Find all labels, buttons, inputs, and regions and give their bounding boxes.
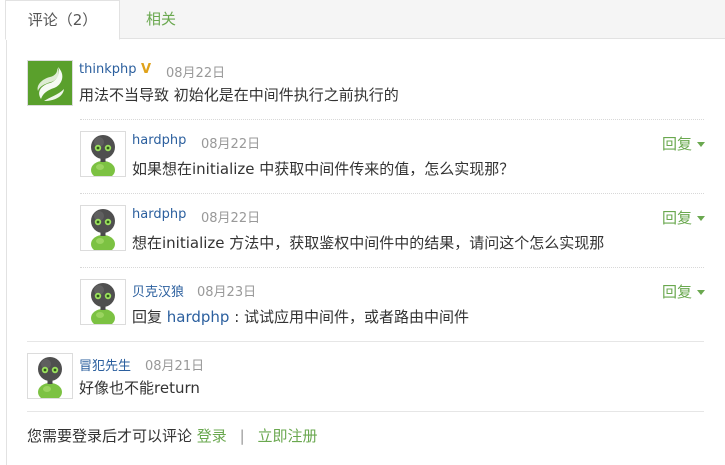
reply-text: 如果想在initialize 中获取中间件传来的值，怎么实现那？ <box>132 160 515 178</box>
tab-related[interactable]: 相关 <box>128 0 194 39</box>
comment-tabs: 评论（2） 相关 <box>5 0 725 40</box>
reply-body: : 试试应用中间件，或者路由中间件 <box>229 308 470 326</box>
avatar[interactable] <box>27 60 73 106</box>
divider <box>80 267 704 268</box>
avatar[interactable] <box>80 131 126 177</box>
green-robot-avatar-icon <box>81 280 125 324</box>
footer-separator: | <box>239 427 245 445</box>
reply-date: 08月22日 <box>201 137 261 152</box>
reply-prefix: 回复 <box>132 308 167 326</box>
divider <box>80 119 704 120</box>
reply-date: 08月23日 <box>197 285 257 300</box>
avatar[interactable] <box>80 205 126 251</box>
avatar[interactable] <box>80 279 126 325</box>
reply-author[interactable]: 贝克汉狼 <box>132 281 184 300</box>
reply-author[interactable]: hardphp <box>132 207 186 222</box>
login-link[interactable]: 登录 <box>197 427 227 445</box>
green-robot-avatar-icon <box>28 354 72 398</box>
comment-author[interactable]: 冒犯先生 <box>79 355 131 374</box>
reply-author[interactable]: hardphp <box>132 133 186 148</box>
caret-down-icon <box>697 290 705 295</box>
reply-text: 想在initialize 方法中，获取鉴权中间件中的结果，请问这个怎么实现那 <box>132 234 605 252</box>
thinkphp-logo-icon <box>28 61 72 105</box>
login-prompt-text: 您需要登录后才可以评论 <box>27 427 193 445</box>
comment-date: 08月22日 <box>166 66 226 81</box>
divider <box>27 341 704 342</box>
reply-button-label: 回复 <box>661 283 692 301</box>
comment-text: 用法不当导致 初始化是在中间件执行之前执行的 <box>79 86 399 104</box>
avatar[interactable] <box>27 353 73 399</box>
divider <box>80 193 704 194</box>
reply-text: 回复 hardphp : 试试应用中间件，或者路由中间件 <box>132 306 469 327</box>
reply-button[interactable]: 回复 <box>662 207 705 228</box>
register-link[interactable]: 立即注册 <box>257 427 317 445</box>
comment-text: 好像也不能return <box>79 379 200 397</box>
mention-link[interactable]: hardphp <box>167 308 230 326</box>
reply-button-label: 回复 <box>661 209 692 227</box>
reply-button[interactable]: 回复 <box>662 133 705 154</box>
divider <box>27 411 704 412</box>
login-prompt: 您需要登录后才可以评论 登录 | 立即注册 <box>27 425 317 446</box>
verified-badge-icon: V <box>141 62 152 77</box>
comment-author[interactable]: thinkphp <box>79 62 136 77</box>
reply-button-label: 回复 <box>661 135 692 153</box>
green-robot-avatar-icon <box>81 206 125 250</box>
caret-down-icon <box>697 216 705 221</box>
comment-date: 08月21日 <box>145 359 205 374</box>
tab-comments[interactable]: 评论（2） <box>5 0 120 40</box>
reply-date: 08月22日 <box>201 211 261 226</box>
caret-down-icon <box>697 142 705 147</box>
green-robot-avatar-icon <box>81 132 125 176</box>
reply-button[interactable]: 回复 <box>662 281 705 302</box>
